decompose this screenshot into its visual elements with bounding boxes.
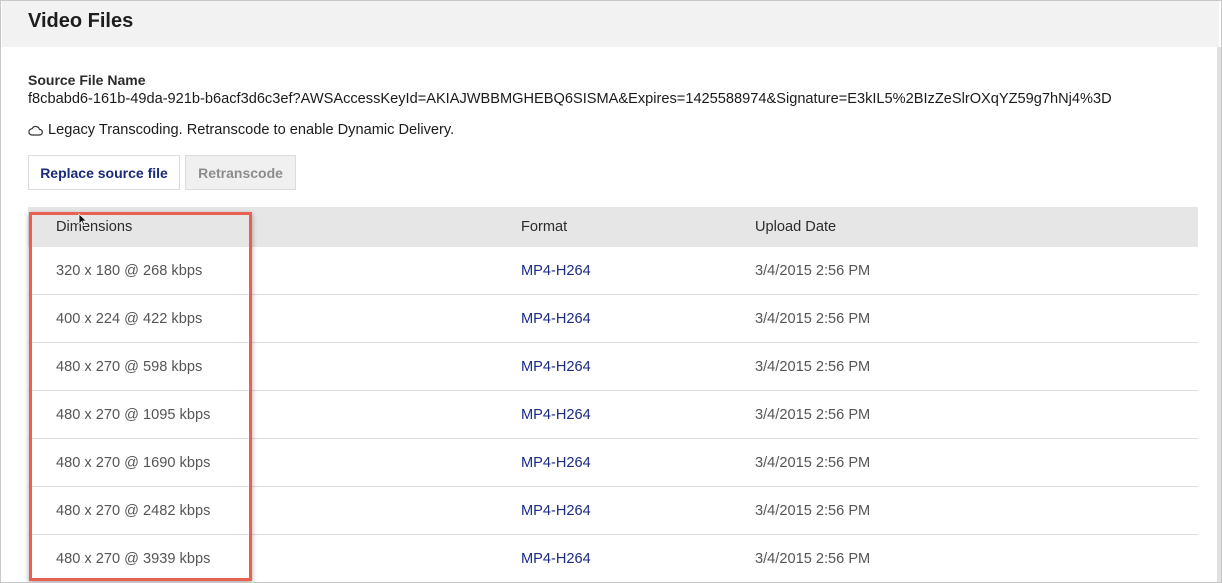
row-upload-date: 3/4/2015 2:56 PM [755, 502, 871, 519]
panel-header: Video Files [2, 1, 1219, 47]
notice-text: Legacy Transcoding. Retranscode to enabl… [48, 122, 455, 138]
row-dimensions: 320 x 180 @ 268 kbps [56, 262, 203, 279]
retranscode-button[interactable]: Retranscode [185, 155, 296, 190]
row-format-link[interactable]: MP4-H264 [521, 311, 591, 327]
row-dimensions: 400 x 224 @ 422 kbps [56, 310, 203, 327]
table-row: 320 x 180 @ 268 kbps MP4-H264 3/4/2015 2… [28, 247, 1198, 295]
row-dimensions: 480 x 270 @ 3939 kbps [56, 550, 211, 567]
legacy-transcoding-notice: Legacy Transcoding. Retranscode to enabl… [28, 122, 454, 138]
row-upload-date: 3/4/2015 2:56 PM [755, 550, 871, 567]
row-upload-date: 3/4/2015 2:56 PM [755, 310, 871, 327]
row-format-link[interactable]: MP4-H264 [521, 503, 591, 519]
video-files-table: Dimensions Format Upload Date 320 x 180 … [28, 207, 1198, 582]
scrollbar[interactable] [1217, 47, 1221, 582]
row-dimensions: 480 x 270 @ 1690 kbps [56, 454, 211, 471]
row-format-link[interactable]: MP4-H264 [521, 455, 591, 471]
panel-title: Video Files [28, 10, 134, 32]
mouse-cursor-icon [78, 213, 88, 227]
table-row: 480 x 270 @ 3939 kbps MP4-H264 3/4/2015 … [28, 535, 1198, 582]
row-upload-date: 3/4/2015 2:56 PM [755, 262, 871, 279]
row-upload-date: 3/4/2015 2:56 PM [755, 358, 871, 375]
table-row: 480 x 270 @ 1690 kbps MP4-H264 3/4/2015 … [28, 439, 1198, 487]
table-row: 400 x 224 @ 422 kbps MP4-H264 3/4/2015 2… [28, 295, 1198, 343]
column-header-upload-date: Upload Date [755, 219, 837, 235]
table-row: 480 x 270 @ 2482 kbps MP4-H264 3/4/2015 … [28, 487, 1198, 535]
row-dimensions: 480 x 270 @ 2482 kbps [56, 502, 211, 519]
row-format-link[interactable]: MP4-H264 [521, 407, 591, 423]
row-dimensions: 480 x 270 @ 598 kbps [56, 358, 203, 375]
row-upload-date: 3/4/2015 2:56 PM [755, 454, 871, 471]
video-files-panel: Video Files Source File Name f8cbabd6-16… [0, 0, 1222, 583]
table-header: Dimensions Format Upload Date [28, 207, 1198, 247]
cloud-icon [28, 125, 43, 136]
table-row: 480 x 270 @ 1095 kbps MP4-H264 3/4/2015 … [28, 391, 1198, 439]
row-upload-date: 3/4/2015 2:56 PM [755, 406, 871, 423]
column-header-dimensions: Dimensions [56, 219, 133, 235]
row-dimensions: 480 x 270 @ 1095 kbps [56, 406, 211, 423]
row-format-link[interactable]: MP4-H264 [521, 359, 591, 375]
row-format-link[interactable]: MP4-H264 [521, 263, 591, 279]
row-format-link[interactable]: MP4-H264 [521, 551, 591, 567]
column-header-format: Format [521, 219, 568, 235]
source-file-name: f8cbabd6-161b-49da-921b-b6acf3d6c3ef?AWS… [28, 91, 1112, 107]
source-file-label: Source File Name [28, 72, 146, 88]
replace-source-file-button[interactable]: Replace source file [28, 155, 180, 190]
table-row: 480 x 270 @ 598 kbps MP4-H264 3/4/2015 2… [28, 343, 1198, 391]
